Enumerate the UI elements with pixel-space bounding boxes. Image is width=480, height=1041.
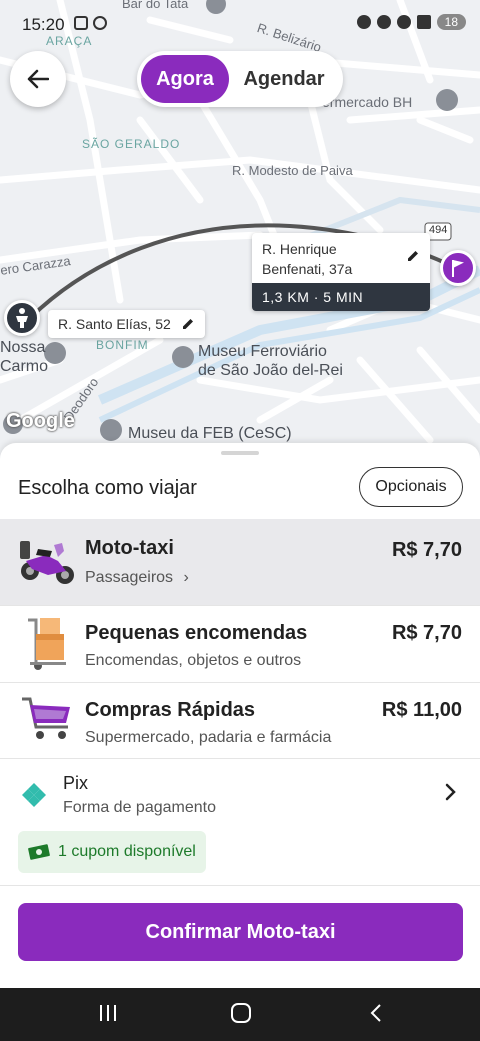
motorcycle-icon (20, 541, 74, 584)
chevron-right-icon (445, 783, 456, 801)
signal-icon (416, 15, 431, 29)
system-nav-bar (0, 988, 480, 1041)
money-icon (28, 844, 50, 860)
ride-options-sheet: Escolha como viajar Opcionais Moto-taxi … (0, 443, 480, 988)
package-trolley-icon (28, 618, 66, 670)
option-name: Pequenas encomendas (85, 622, 308, 644)
map-label-museu-ferroviario-2: de São João del-Rei (198, 362, 343, 379)
option-subtitle[interactable]: Passageiros › (85, 569, 189, 587)
chevron-right-icon: › (183, 569, 189, 586)
origin-address: R. Santo Elías, 52 (58, 316, 171, 332)
status-left-icons (74, 16, 107, 30)
coupon-badge[interactable]: 1 cupom disponível (18, 831, 206, 873)
destination-address-chip[interactable]: R. Henrique Benfenati, 37a 1,3 KM · 5 MI… (252, 233, 430, 311)
back-nav-icon[interactable] (368, 1002, 384, 1024)
option-subtitle: Supermercado, padaria e farmácia (85, 729, 332, 746)
option-name: Moto-taxi (85, 537, 174, 559)
pix-icon (22, 783, 46, 807)
wifi-icon (396, 15, 411, 29)
time-toggle: Agora Agendar (137, 51, 343, 107)
ride-option-pequenas-encomendas[interactable]: Pequenas encomendas Encomendas, objetos … (0, 606, 480, 682)
option-subtitle-text: Passageiros (85, 569, 174, 586)
google-logo: Google (6, 410, 75, 432)
ride-option-moto-taxi[interactable]: Moto-taxi Passageiros › R$ 7,70 (0, 519, 480, 605)
location-icon (376, 15, 391, 29)
map-label-nossa: Nossa (0, 339, 46, 356)
map-label-modesto: R. Modesto de Paiva (232, 163, 353, 178)
coupon-text: 1 cupom disponível (58, 843, 196, 860)
flag-icon (452, 260, 464, 277)
back-button[interactable] (10, 51, 66, 107)
payment-name: Pix (63, 773, 89, 793)
payment-method-row[interactable]: Pix Forma de pagamento (0, 759, 480, 819)
sheet-drag-handle[interactable] (221, 451, 259, 455)
option-price: R$ 11,00 (381, 699, 462, 721)
mute-icon (356, 15, 371, 29)
toggle-schedule[interactable]: Agendar (229, 55, 339, 103)
edit-icon (182, 319, 193, 329)
home-icon[interactable] (230, 1002, 252, 1024)
status-bar: 15:20 18 (0, 0, 480, 50)
option-price: R$ 7,70 (391, 539, 462, 561)
battery-indicator: 18 (436, 14, 466, 30)
shopping-cart-icon (22, 697, 70, 739)
map-label-museu-ferroviario-1: Museu Ferroviário (198, 343, 327, 360)
status-right-icons: 18 (356, 14, 466, 30)
sheet-title: Escolha como viajar (18, 477, 197, 499)
origin-address-chip[interactable]: R. Santo Elías, 52 (48, 310, 205, 338)
arrow-left-icon (27, 69, 49, 89)
ride-option-compras-rapidas[interactable]: Compras Rápidas Supermercado, padaria e … (0, 683, 480, 759)
person-icon (16, 308, 28, 328)
origin-pin[interactable] (4, 300, 40, 336)
map-view[interactable]: Bar do Tata ARAÇA R. Belizário ermercado… (0, 0, 480, 460)
recent-apps-icon[interactable] (98, 1002, 118, 1024)
optionals-button[interactable]: Opcionais (359, 467, 463, 507)
map-label-carmo: Carmo (0, 358, 49, 375)
destination-address-line1: R. Henrique (262, 241, 337, 257)
edit-icon (408, 251, 418, 261)
status-time: 15:20 (22, 15, 65, 34)
destination-pin[interactable] (440, 250, 476, 286)
divider (0, 885, 480, 886)
payment-subtitle: Forma de pagamento (63, 799, 216, 816)
option-subtitle: Encomendas, objetos e outros (85, 652, 302, 669)
map-label-bonfim: BONFIM (96, 338, 149, 352)
map-label-sao-geraldo: SÃO GERALDO (82, 137, 181, 151)
destination-address-line2: Benfenati, 37a (262, 261, 353, 277)
route-494-label: 494 (429, 224, 448, 236)
app-notification-icon (93, 16, 107, 30)
map-label-museu-feb: Museu da FEB (CeSC) (128, 425, 292, 442)
option-price: R$ 7,70 (391, 622, 462, 644)
confirm-button[interactable]: Confirmar Moto-taxi (18, 903, 463, 961)
option-name: Compras Rápidas (85, 699, 256, 721)
toggle-now[interactable]: Agora (141, 55, 229, 103)
destination-address: R. Henrique Benfenati, 37a (252, 233, 430, 283)
screenshot-icon (74, 16, 88, 30)
eta-label: 1,3 KM · 5 MIN (252, 283, 430, 311)
